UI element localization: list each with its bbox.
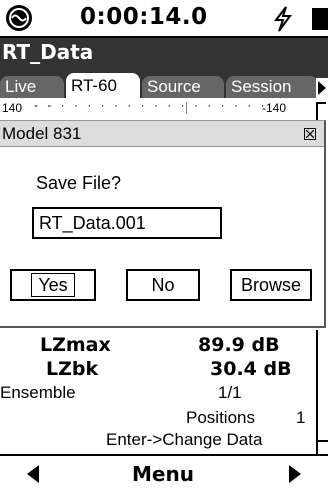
yes-button-label: Yes (31, 273, 75, 297)
elapsed-time: 0:00:14.0 (80, 4, 208, 30)
dialog-prompt: Save File? (36, 173, 122, 193)
scale-right-label: -140 (262, 101, 287, 115)
scroll-track[interactable] (316, 330, 318, 454)
browse-button[interactable]: Browse (230, 269, 312, 301)
lzbk-value: 30.4 dB (210, 358, 292, 380)
scale-edge (316, 102, 318, 120)
tab-scroll-right-button[interactable] (316, 78, 328, 98)
enter-change-data-hint: Enter->Change Data (106, 430, 263, 449)
tab-bar: Live RT-60 Source Session (0, 68, 328, 98)
tab-session[interactable]: Session (226, 76, 318, 98)
positions-label: Positions (186, 408, 255, 427)
filename-input[interactable]: RT_Data.001 (32, 207, 222, 239)
lzbk-label: LZbk (46, 358, 99, 380)
status-bar: 0:00:14.0 (0, 0, 328, 38)
close-icon[interactable] (304, 128, 316, 140)
level-scale: 140 - - · · · · · · · · · · · · · · · · … (0, 98, 328, 120)
tab-source[interactable]: Source (142, 76, 224, 98)
scale-dots: - - · · · · · · · · · · · · · · · · (34, 98, 268, 112)
no-button[interactable]: No (126, 269, 200, 301)
arrow-left-icon[interactable] (26, 464, 40, 489)
menu-button[interactable]: Menu (132, 462, 194, 486)
lzmax-label: LZmax (40, 334, 111, 356)
results-panel: LZmax 89.9 dB LZbk 30.4 dB Ensemble 1/1 … (0, 330, 328, 454)
ensemble-label: Ensemble (0, 383, 76, 402)
arrow-right-icon[interactable] (288, 464, 302, 489)
ensemble-value: 1/1 (218, 383, 242, 402)
scroll-marker[interactable] (318, 440, 328, 442)
scale-tick (186, 102, 187, 114)
dialog-header: Model 831 (0, 121, 324, 147)
arrow-right-icon (318, 81, 326, 95)
scale-edge-cap (316, 102, 326, 104)
title-bar: RT_Data (0, 38, 328, 68)
dialog-title: Model 831 (2, 124, 82, 143)
save-file-dialog: Model 831 Save File? RT_Data.001 Yes No … (0, 120, 326, 328)
tab-rt60[interactable]: RT-60 (66, 73, 140, 98)
lzmax-value: 89.9 dB (198, 334, 280, 356)
logo-icon (6, 5, 32, 31)
lightning-icon (272, 6, 294, 32)
positions-value: 1 (296, 408, 306, 427)
scale-left-label: 140 (2, 101, 23, 115)
battery-icon (312, 8, 328, 30)
tab-live[interactable]: Live (0, 76, 64, 98)
bottom-bar: Menu (0, 454, 328, 492)
window-title: RT_Data (2, 40, 94, 64)
yes-button[interactable]: Yes (10, 269, 96, 301)
